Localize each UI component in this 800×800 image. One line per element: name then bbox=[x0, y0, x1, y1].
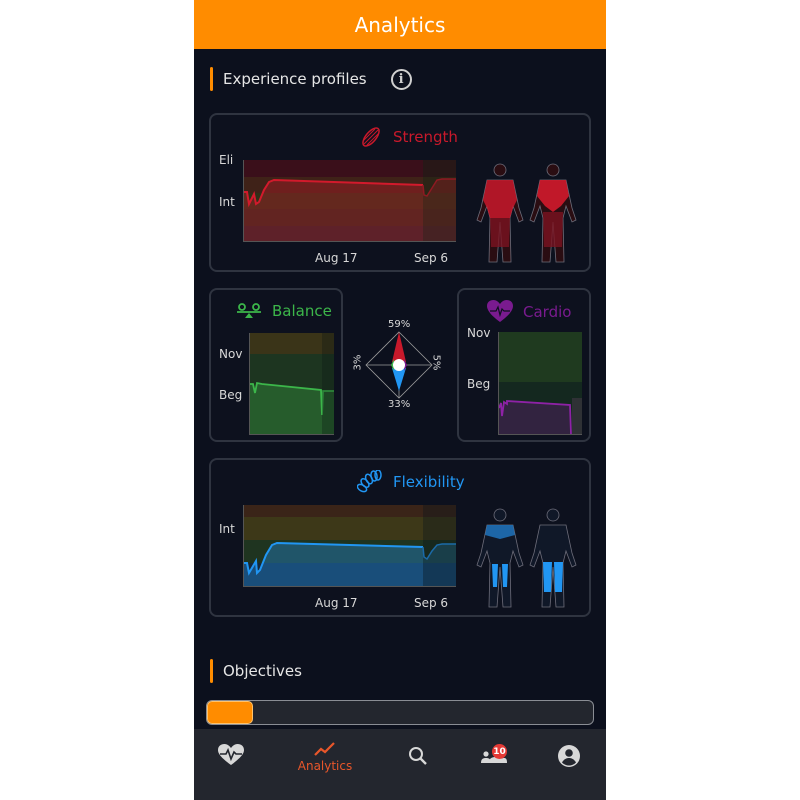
balance-label: Balance bbox=[272, 302, 332, 320]
objectives-progress-bar bbox=[206, 700, 594, 725]
cardio-label: Cardio bbox=[523, 302, 572, 321]
flexibility-body-map bbox=[476, 508, 577, 608]
trend-icon bbox=[314, 742, 335, 756]
cardio-y-label-novice: Nov bbox=[467, 326, 491, 340]
balance-card[interactable]: Balance Nov Beg bbox=[209, 288, 343, 442]
nav-item-search[interactable] bbox=[406, 729, 430, 800]
cardio-card[interactable]: Cardio Nov Beg bbox=[457, 288, 591, 442]
nav-item-analytics[interactable]: Analytics bbox=[294, 729, 356, 800]
balance-y-label-novice: Nov bbox=[219, 347, 243, 361]
heart-pulse-icon bbox=[487, 300, 513, 322]
notification-badge: 10 bbox=[492, 744, 507, 759]
flexibility-card[interactable]: Flexibility Int Aug 17 Sep 6 bbox=[209, 458, 591, 617]
balance-y-label-beginner: Beg bbox=[219, 388, 243, 402]
strength-card[interactable]: Strength Eli Int Aug 17 Sep 6 bbox=[209, 113, 591, 272]
strength-y-label-intermediate: Int bbox=[219, 195, 235, 209]
page-title: Analytics bbox=[354, 12, 446, 37]
flexibility-x-label-1: Aug 17 bbox=[315, 596, 358, 610]
cardio-y-label-beginner: Beg bbox=[467, 377, 491, 391]
cardio-title: Cardio bbox=[487, 300, 571, 323]
strength-body-map bbox=[476, 163, 577, 263]
objectives-section-header: Objectives bbox=[210, 659, 302, 683]
spring-icon bbox=[357, 470, 382, 493]
balance-scale-icon bbox=[237, 303, 261, 318]
heart-pulse-icon bbox=[218, 744, 244, 765]
cardio-chart bbox=[498, 332, 582, 435]
flexibility-y-label-intermediate: Int bbox=[219, 522, 235, 536]
search-icon bbox=[409, 747, 427, 765]
account-icon bbox=[558, 745, 580, 767]
nav-item-profile[interactable] bbox=[557, 729, 581, 800]
nav-item-community[interactable]: 10 bbox=[479, 729, 509, 800]
balance-title: Balance bbox=[236, 302, 332, 320]
experience-section-header: Experience profiles i bbox=[210, 67, 412, 91]
flexibility-label: Flexibility bbox=[393, 473, 465, 491]
strength-x-label-2: Sep 6 bbox=[414, 251, 449, 265]
flexibility-line bbox=[244, 505, 456, 586]
muscle-icon bbox=[362, 127, 380, 147]
balance-chart bbox=[249, 333, 334, 435]
flexibility-chart bbox=[243, 505, 456, 587]
info-icon[interactable]: i bbox=[390, 68, 412, 90]
objectives-progress-fill bbox=[207, 701, 254, 724]
top-app-bar: Analytics bbox=[194, 0, 606, 49]
strength-label: Strength bbox=[393, 128, 458, 146]
strength-chart bbox=[243, 160, 456, 242]
compass-diamond bbox=[365, 331, 433, 399]
distribution-compass: 59% 33% 3% 5% bbox=[352, 315, 446, 415]
experience-section-title: Experience profiles bbox=[223, 70, 367, 88]
section-accent-bar bbox=[210, 67, 213, 91]
app-screen: Analytics Experience profiles i Strength… bbox=[194, 0, 606, 800]
compass-needle-flexibility bbox=[392, 368, 406, 391]
balance-line bbox=[250, 333, 334, 434]
strength-title: Strength bbox=[359, 125, 458, 149]
strength-x-label-1: Aug 17 bbox=[315, 251, 358, 265]
bottom-navigation: Analytics 10 bbox=[194, 729, 606, 800]
strength-y-label-elite: Eli bbox=[219, 153, 234, 167]
nav-label-analytics: Analytics bbox=[297, 759, 353, 773]
objectives-section-title: Objectives bbox=[223, 662, 302, 680]
flexibility-title: Flexibility bbox=[357, 470, 465, 494]
section-accent-bar bbox=[210, 659, 213, 683]
flexibility-x-label-2: Sep 6 bbox=[414, 596, 449, 610]
nav-item-health[interactable] bbox=[216, 729, 246, 800]
body-back bbox=[529, 508, 577, 608]
cardio-line bbox=[499, 398, 582, 434]
body-front bbox=[476, 508, 524, 608]
strength-line bbox=[244, 160, 456, 241]
